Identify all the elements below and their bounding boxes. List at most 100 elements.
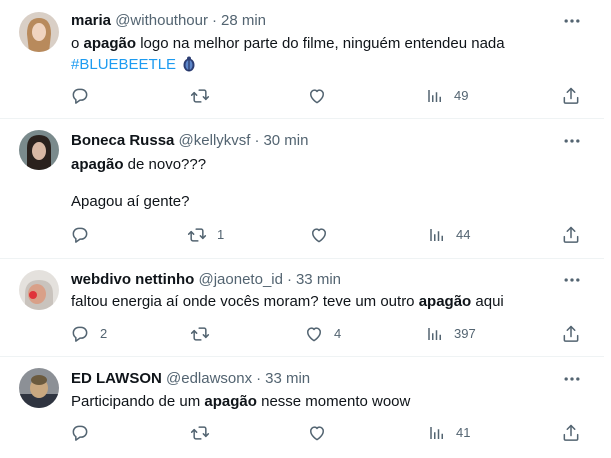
tweet-text-highlight: apagão — [71, 156, 124, 173]
share-button[interactable] — [561, 85, 581, 107]
more-icon[interactable] — [562, 131, 584, 151]
more-icon[interactable] — [562, 270, 584, 290]
timestamp[interactable]: 28 min — [221, 12, 266, 29]
tweet-text: apagão de novo??? — [71, 154, 206, 176]
tweet[interactable]: ED LAWSON @edlawsonx · 33 min Participando… — [0, 356, 604, 458]
tweet-text-after: de novo??? — [123, 156, 207, 173]
reply-button[interactable] — [70, 85, 100, 107]
avatar[interactable] — [19, 130, 59, 170]
retweet-icon — [190, 86, 210, 106]
tweet-header: Boneca Russa @kellykvsf · 30 min — [71, 131, 308, 151]
tweet-header: webdivo nettinho @jaoneto_id · 33 min — [71, 270, 341, 290]
like-button[interactable]: 4 — [304, 323, 341, 345]
username[interactable]: @edlawsonx — [166, 370, 252, 387]
timestamp[interactable]: 33 min — [296, 271, 341, 288]
views-count: 41 — [456, 425, 471, 440]
more-icon[interactable] — [562, 11, 584, 31]
like-icon — [307, 423, 327, 443]
tweet-header: ED LAWSON @edlawsonx · 33 min — [71, 369, 310, 389]
views-icon — [426, 325, 444, 343]
tweet[interactable]: maria @withouthour · 28 min o apagão logo … — [0, 0, 604, 119]
username[interactable]: @kellykvsf — [179, 132, 251, 149]
tweet-header: maria @withouthour · 28 min — [71, 11, 266, 31]
display-name[interactable]: webdivo nettinho — [71, 271, 194, 288]
timestamp[interactable]: 30 min — [263, 132, 308, 149]
tweet-actions: 49 — [0, 85, 604, 107]
tweet[interactable]: Boneca Russa @kellykvsf · 30 min apagão de… — [0, 118, 604, 259]
username[interactable]: @jaoneto_id — [199, 271, 283, 288]
separator: · — [211, 12, 217, 29]
display-name[interactable]: ED LAWSON — [71, 370, 162, 387]
tweet-text: Participando de um apagão nesse momento … — [71, 391, 410, 413]
avatar[interactable] — [19, 270, 59, 310]
reply-icon — [70, 423, 90, 443]
tweet-feed: maria @withouthour · 28 min o apagão logo … — [0, 0, 611, 458]
retweet-button[interactable] — [190, 85, 220, 107]
like-icon — [309, 225, 329, 245]
views-button[interactable]: 44 — [428, 224, 470, 246]
tweet-actions: 41 — [0, 422, 604, 444]
tweet-text: o apagão logo na melhor parte do filme, … — [71, 33, 505, 55]
timestamp[interactable]: 33 min — [265, 370, 310, 387]
share-icon — [561, 225, 581, 245]
tweet-text: faltou energia aí onde vocês moram? teve… — [71, 291, 504, 313]
share-icon — [561, 86, 581, 106]
username[interactable]: @withouthour — [115, 12, 208, 29]
views-button[interactable]: 49 — [426, 85, 468, 107]
display-name[interactable]: maria — [71, 12, 111, 29]
avatar[interactable] — [19, 12, 59, 52]
retweet-button[interactable] — [190, 422, 220, 444]
reply-icon — [70, 86, 90, 106]
reply-count: 2 — [100, 326, 108, 341]
hashtag-link[interactable]: #BLUEBEETLE — [71, 56, 176, 73]
retweet-button[interactable] — [190, 323, 220, 345]
reply-icon — [70, 324, 90, 344]
like-icon — [304, 324, 324, 344]
reply-button[interactable] — [70, 422, 100, 444]
tweet-text-line2: Apagou aí gente? — [71, 193, 190, 210]
like-button[interactable] — [307, 422, 337, 444]
views-icon — [426, 87, 444, 105]
tweet[interactable]: webdivo nettinho @jaoneto_id · 33 min falt… — [0, 258, 604, 357]
display-name[interactable]: Boneca Russa — [71, 132, 174, 149]
like-button[interactable] — [309, 224, 339, 246]
reply-button[interactable]: 2 — [70, 323, 107, 345]
tweet-text-after: logo na melhor parte do filme, ninguém e… — [136, 35, 505, 52]
tweet-text-before: o — [71, 35, 84, 52]
tweet-actions: 1 44 — [0, 224, 604, 246]
share-icon — [561, 423, 581, 443]
like-count: 4 — [334, 326, 342, 341]
like-button[interactable] — [307, 85, 337, 107]
separator: · — [254, 132, 260, 149]
views-icon — [428, 226, 446, 244]
tweet-text-after: aqui — [471, 293, 504, 310]
tweet-actions: 2 4 397 — [0, 323, 604, 345]
tweet-text-highlight: apagão — [83, 35, 137, 52]
separator: · — [256, 370, 262, 387]
tweet-text-highlight: apagão — [418, 293, 472, 310]
retweet-button[interactable]: 1 — [187, 224, 224, 246]
views-button[interactable]: 41 — [428, 422, 470, 444]
tweet-text-line2: #BLUEBEETLE — [71, 54, 196, 79]
like-icon — [307, 86, 327, 106]
views-count: 397 — [454, 326, 476, 341]
retweet-count: 1 — [217, 227, 225, 242]
avatar[interactable] — [19, 368, 59, 408]
share-button[interactable] — [561, 224, 581, 246]
retweet-icon — [190, 324, 210, 344]
reply-icon — [70, 225, 90, 245]
share-button[interactable] — [561, 422, 581, 444]
reply-button[interactable] — [70, 224, 100, 246]
share-icon — [561, 324, 581, 344]
tweet-text-after: nesse momento woow — [256, 393, 411, 410]
views-button[interactable]: 397 — [426, 323, 476, 345]
blue-beetle-emoji-icon — [182, 56, 196, 79]
share-button[interactable] — [561, 323, 581, 345]
tweet-text-before: faltou energia aí onde vocês moram? teve… — [71, 293, 419, 310]
separator: · — [286, 271, 292, 288]
tweet-text-before: Participando de um — [71, 393, 205, 410]
more-icon[interactable] — [562, 369, 584, 389]
retweet-icon — [190, 423, 210, 443]
views-count: 49 — [454, 88, 469, 103]
retweet-icon — [187, 225, 207, 245]
